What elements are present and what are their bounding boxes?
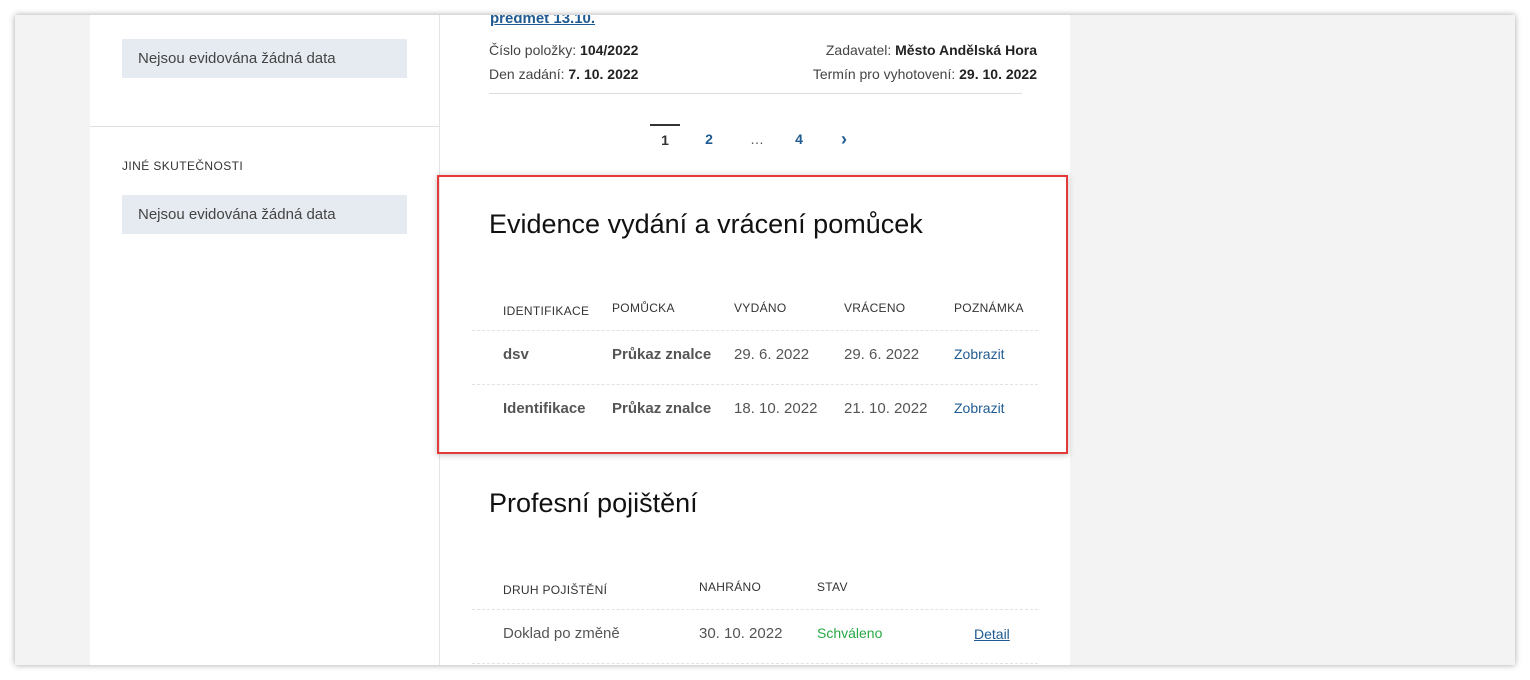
detail-link[interactable]: Detail (974, 626, 1010, 642)
col-header-uploaded: NAHRÁNO (699, 580, 762, 594)
other-facts-heading: JINÉ SKUTEČNOSTI (122, 159, 244, 173)
deadline-label: Termín pro vyhotovení: (812, 66, 956, 82)
assigned-date: Den zadání: 7. 10. 2022 (489, 66, 638, 82)
page-4[interactable]: 4 (784, 124, 814, 154)
item-number-value: 104/2022 (580, 42, 639, 58)
col-header-status: STAV (817, 580, 848, 594)
assigned-date-label: Den zadání: (489, 66, 565, 82)
status-badge: Schváleno (817, 625, 883, 641)
insurance-section-title: Profesní pojištění (489, 488, 698, 518)
next-page-chevron-icon[interactable]: › (829, 124, 859, 154)
row-uploaded: 30. 10. 2022 (699, 625, 783, 642)
page-ellipsis: … (750, 131, 764, 147)
highlight-box (437, 175, 1068, 454)
submitter: Zadavatel: Město Andělská Hora (826, 42, 1037, 58)
item-divider (489, 93, 1022, 94)
submitter-label: Zadavatel: (825, 42, 892, 58)
item-number-label: Číslo položky: (489, 42, 577, 58)
assigned-date-value: 7. 10. 2022 (568, 66, 639, 82)
sidebar-divider (90, 126, 439, 127)
no-data-notice: Nejsou evidována žádná data (122, 195, 407, 234)
page-frame: Nejsou evidována žádná data JINÉ SKUTEČN… (15, 15, 1515, 665)
page-1[interactable]: 1 (650, 124, 680, 156)
page-2[interactable]: 2 (694, 124, 724, 154)
deadline-value: 29. 10. 2022 (959, 66, 1037, 82)
table-row-divider (472, 663, 1038, 664)
no-data-notice: Nejsou evidována žádná data (122, 39, 407, 78)
item-subject-link[interactable]: predmet 13.10. (490, 15, 595, 27)
item-number: Číslo položky: 104/2022 (489, 42, 638, 58)
deadline: Termín pro vyhotovení: 29. 10. 2022 (813, 66, 1037, 82)
submitter-value: Město Andělská Hora (895, 42, 1037, 58)
row-insurance-type: Doklad po změně (503, 625, 620, 642)
sidebar: Nejsou evidována žádná data JINÉ SKUTEČN… (90, 15, 440, 665)
table-row-divider (472, 609, 1038, 610)
col-header-insurance-type: DRUH POJIŠTĚNÍ (503, 583, 608, 597)
